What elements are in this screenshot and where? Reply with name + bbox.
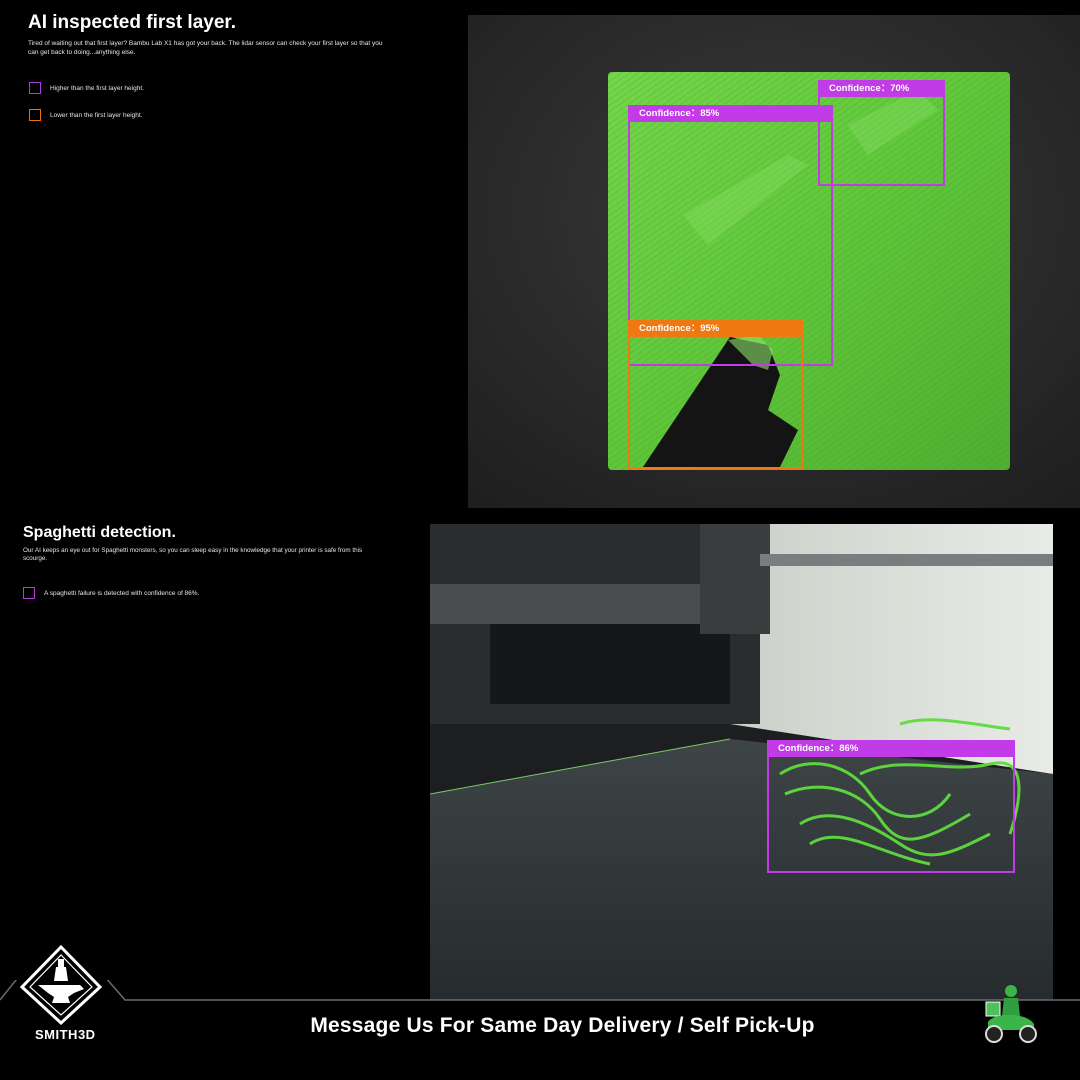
- legend-label-lower: Lower than the first layer height.: [50, 111, 143, 119]
- legend-swatch-lower: [29, 109, 41, 121]
- legend-label-spaghetti: A spaghetti failure is detected with con…: [44, 589, 200, 597]
- section2-description: Our AI keeps an eye out for Spaghetti mo…: [23, 547, 363, 562]
- detection-label-95: Confidence：95%: [628, 320, 803, 337]
- detection-box-86: [767, 740, 1015, 873]
- anvil-logo-icon: [19, 944, 103, 1026]
- section2-title: Spaghetti detection.: [23, 524, 176, 541]
- detection-label-86: Confidence：86%: [767, 740, 1015, 757]
- legend-swatch-spaghetti: [23, 587, 35, 599]
- detection-label-70: Confidence：70%: [818, 80, 945, 97]
- footer-cta: Message Us For Same Day Delivery / Self …: [310, 1014, 815, 1037]
- detection-label-85: Confidence：85%: [628, 105, 833, 122]
- legend-item-higher: Higher than the first layer height.: [29, 82, 144, 94]
- legend-item-spaghetti: A spaghetti failure is detected with con…: [23, 587, 199, 599]
- delivery-rider-icon: [980, 982, 1042, 1048]
- legend-label-higher: Higher than the first layer height.: [50, 84, 144, 92]
- spaghetti-photo: Confidence：86%: [430, 524, 1053, 1000]
- legend-swatch-higher: [29, 82, 41, 94]
- section1-title: AI inspected first layer.: [28, 12, 237, 33]
- first-layer-photo: Confidence：85% Confidence：70% Confidence…: [468, 15, 1080, 508]
- section1-description: Tired of waiting out that first layer? B…: [28, 40, 383, 56]
- legend-item-lower: Lower than the first layer height.: [29, 109, 143, 121]
- detection-box-95: [628, 320, 803, 469]
